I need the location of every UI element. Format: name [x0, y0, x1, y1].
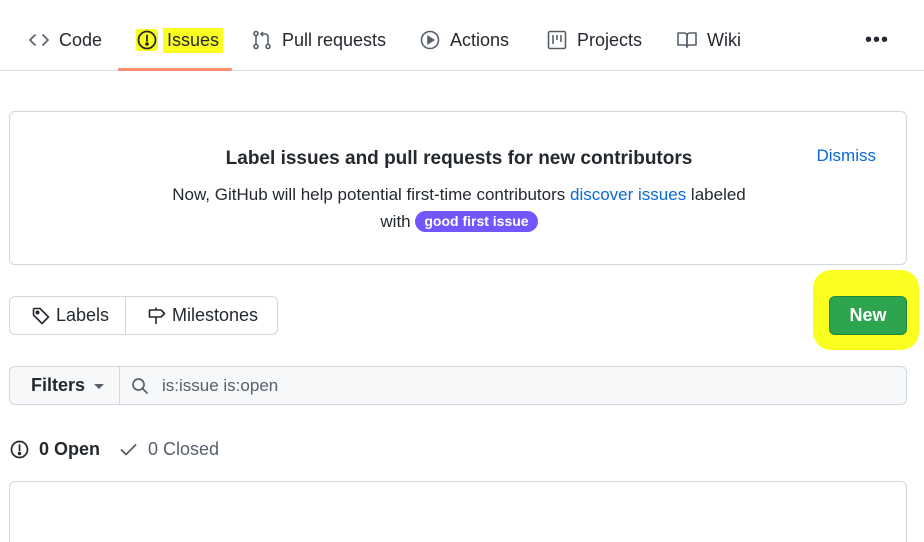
issue-opened-icon	[136, 29, 158, 51]
filters-label: Filters	[31, 375, 86, 395]
labels-button-label: Labels	[56, 305, 110, 325]
tab-pull-requests-label: Pull requests	[282, 29, 387, 50]
closed-issues-link[interactable]: 0 Closed	[118, 439, 219, 460]
tab-wiki-label: Wiki	[707, 29, 741, 50]
check-icon	[118, 439, 139, 460]
banner-title: Label issues and pull requests for new c…	[225, 148, 693, 169]
filters-dropdown[interactable]: Filters	[10, 367, 120, 404]
tab-code[interactable]: Code	[28, 20, 102, 60]
open-issues-count: 0 Open	[39, 438, 101, 459]
milestone-icon	[147, 306, 167, 326]
filter-bar: Filters	[9, 366, 907, 405]
labels-button[interactable]: Labels	[10, 297, 126, 334]
search-icon	[130, 376, 150, 396]
banner-text-before: Now, GitHub will help potential first-ti…	[172, 185, 570, 204]
banner-text-with: with	[380, 212, 411, 231]
new-issue-button[interactable]: New	[829, 296, 907, 335]
tab-projects-label: Projects	[577, 29, 643, 50]
dismiss-button[interactable]: Dismiss	[817, 146, 877, 166]
labels-milestones-group: Labels Milestones	[9, 296, 278, 335]
banner-body: Now, GitHub will help potential first-ti…	[10, 181, 908, 235]
tab-projects[interactable]: Projects	[546, 20, 642, 60]
issue-opened-icon	[9, 439, 30, 460]
banner-text-after: labeled	[686, 185, 746, 204]
repo-tab-bar: Code Issues Pull requests Actions Projec…	[0, 0, 924, 71]
tab-actions[interactable]: Actions	[419, 20, 509, 60]
caret-down-icon	[94, 384, 105, 389]
contributors-banner: Label issues and pull requests for new c…	[9, 111, 907, 265]
book-icon	[676, 29, 698, 51]
issue-state-toggle: 0 Open 0 Closed	[9, 436, 237, 462]
issues-list	[9, 481, 907, 542]
closed-issues-count: 0 Closed	[148, 438, 220, 459]
milestones-button[interactable]: Milestones	[126, 297, 258, 334]
tab-pull-requests[interactable]: Pull requests	[251, 20, 386, 60]
issue-search-input[interactable]	[162, 375, 762, 396]
discover-issues-link[interactable]: discover issues	[570, 185, 686, 204]
good-first-issue-label[interactable]: good first issue	[415, 211, 538, 232]
selected-tab-underline	[118, 68, 232, 71]
tab-wiki[interactable]: Wiki	[676, 20, 741, 60]
tab-code-label: Code	[59, 29, 103, 50]
play-icon	[419, 29, 441, 51]
tab-actions-label: Actions	[450, 29, 510, 50]
issue-search	[120, 367, 906, 404]
tab-issues-label: Issues	[163, 27, 224, 53]
milestones-button-label: Milestones	[172, 305, 259, 325]
git-pull-request-icon	[251, 29, 273, 51]
tab-issues[interactable]: Issues	[136, 20, 224, 60]
project-icon	[546, 29, 568, 51]
tag-icon	[31, 306, 51, 326]
code-icon	[28, 29, 50, 51]
open-issues-link[interactable]: 0 Open	[9, 439, 100, 460]
more-options-button[interactable]: •••	[862, 28, 892, 52]
